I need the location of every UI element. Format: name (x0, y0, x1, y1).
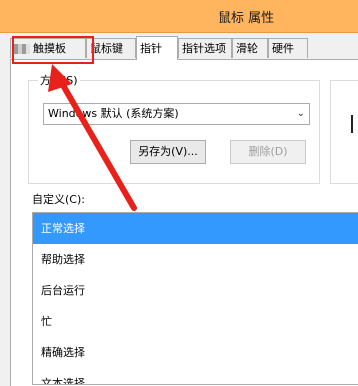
touchpad-tab-highlight (12, 36, 94, 64)
tab-hardware[interactable]: 硬件 (268, 38, 308, 58)
scheme-select[interactable]: Windows 默认 (系统方案) ⌄ (43, 103, 310, 125)
tab-pointers-label: 指针 (140, 42, 162, 55)
tab-wheel[interactable]: 滑轮 (232, 38, 268, 58)
chevron-down-icon: ⌄ (296, 108, 305, 119)
list-item[interactable]: 后台运行 (33, 275, 358, 306)
tab-wheel-label: 滑轮 (236, 42, 258, 55)
customize-label: 自定义(C): (32, 193, 85, 206)
delete-button[interactable]: 删除(D) (230, 140, 306, 164)
tab-pointer-options[interactable]: 指针选项 (178, 38, 232, 58)
list-item[interactable]: 忙 (33, 306, 358, 337)
list-item[interactable]: 帮助选择 (33, 244, 358, 275)
scheme-select-value: Windows 默认 (系统方案) (48, 107, 179, 120)
list-item[interactable]: 精确选择 (33, 337, 358, 368)
scheme-label: 方案(S) (38, 72, 80, 88)
list-item[interactable]: 正常选择 (33, 213, 358, 244)
pointer-preview (330, 80, 358, 184)
title-bar[interactable]: 鼠标 属性 (0, 0, 358, 33)
save-as-label: 另存为(V)... (138, 145, 198, 158)
window-title: 鼠标 属性 (218, 11, 275, 26)
tab-pointers[interactable]: 指针 (136, 36, 178, 60)
tab-buttons-label: 鼠标键 (90, 42, 123, 55)
list-item[interactable]: 文本选择 (33, 368, 358, 384)
save-as-button[interactable]: 另存为(V)... (130, 140, 206, 164)
scheme-group (28, 80, 320, 184)
text-cursor-icon (351, 115, 353, 133)
delete-label: 删除(D) (248, 145, 288, 158)
tab-pointer-options-label: 指针选项 (182, 42, 226, 55)
tab-hardware-label: 硬件 (272, 42, 294, 55)
cursor-list[interactable]: 正常选择 帮助选择 后台运行 忙 精确选择 文本选择 (32, 212, 358, 385)
